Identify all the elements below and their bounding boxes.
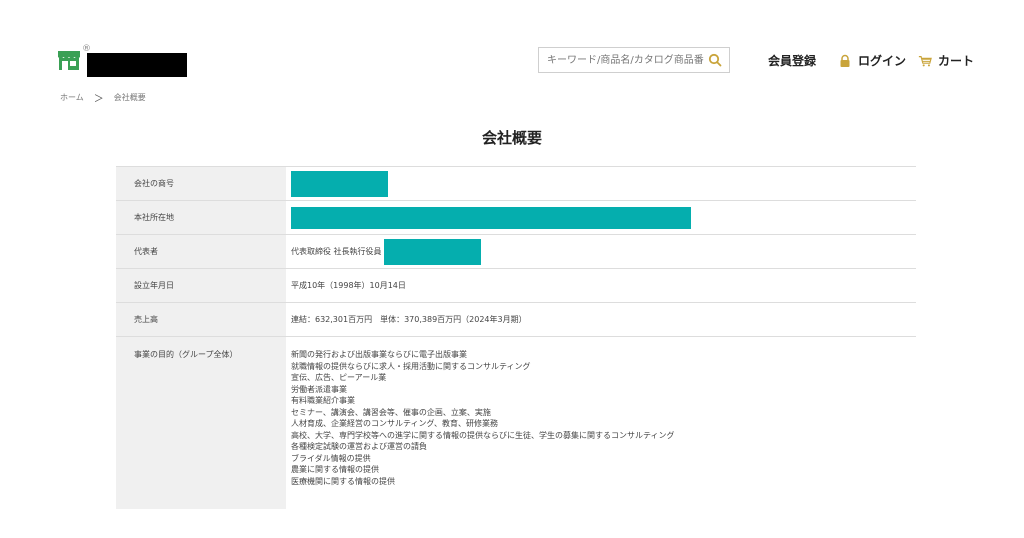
table-row: 会社の商号 — [116, 167, 916, 201]
list-item: 農業に関する情報の提供 — [291, 465, 379, 474]
cart-link[interactable]: カート — [918, 52, 974, 69]
redacted-representative-name — [383, 238, 481, 265]
list-item: 就職情報の提供ならびに求人・採用活動に関するコンサルティング — [291, 361, 531, 371]
row-label: 代表者 — [116, 235, 286, 268]
row-label: 本社所在地 — [116, 201, 286, 234]
login-link[interactable]: ログイン — [838, 52, 906, 69]
register-link[interactable]: 会員登録 — [768, 52, 816, 69]
list-item: 各種検定試験の運営および運営の請負 — [291, 442, 427, 451]
row-label: 会社の商号 — [116, 167, 286, 200]
list-item: 宣伝、広告、ピーアール業 — [291, 373, 387, 382]
list-item: 人材育成、企業経営のコンサルティング、教育、研修業務 — [291, 419, 498, 428]
row-value — [286, 201, 916, 234]
breadcrumb-current: 会社概要 — [113, 93, 146, 102]
representative-title: 代表取締役 社長執行役員 — [291, 247, 382, 256]
row-value: 連結：632,301百万円 単体：370,389百万円（2024年3月期） — [291, 315, 527, 324]
breadcrumb: ホーム ＞ 会社概要 — [60, 90, 146, 105]
list-item: 新聞の発行および出版事業ならびに電子出版事業 — [291, 350, 467, 359]
login-label: ログイン — [858, 54, 907, 68]
storefront-icon — [58, 51, 80, 70]
lock-icon — [840, 54, 850, 67]
search-input[interactable] — [539, 49, 704, 71]
list-item: 高校、大学、専門学校等への進学に関する情報の提供ならびに生徒、学生の募集に関する… — [291, 430, 675, 440]
row-value: 平成10年（1998年）10月14日 — [291, 281, 406, 290]
table-row: 事業の目的（グループ全体） 新聞の発行および出版事業ならびに電子出版事業 就職情… — [116, 337, 916, 509]
breadcrumb-separator: ＞ — [93, 94, 104, 105]
page-title: 会社概要 — [481, 129, 542, 147]
list-item: 有料職業紹介事業 — [291, 396, 355, 405]
search-box — [538, 47, 730, 73]
company-info-table: 会社の商号 本社所在地 代表者 代表取締役 社長執行役員 設立年月日 平成10年… — [116, 166, 916, 509]
register-label: 会員登録 — [768, 54, 817, 68]
list-item: セミナー、講演会、講習会等、催事の企画、立案、実施 — [291, 407, 491, 417]
breadcrumb-home[interactable]: ホーム — [60, 92, 84, 103]
row-label: 事業の目的（グループ全体） — [116, 337, 286, 509]
table-row: 本社所在地 — [116, 201, 916, 235]
redacted-address — [291, 206, 691, 229]
cart-label: カート — [938, 54, 975, 68]
cart-icon — [918, 55, 932, 66]
table-row: 設立年月日 平成10年（1998年）10月14日 — [116, 269, 916, 303]
business-purpose-list: 新聞の発行および出版事業ならびに電子出版事業 就職情報の提供ならびに求人・採用活… — [286, 337, 916, 509]
logo-redacted-wordmark — [87, 53, 187, 77]
row-label: 売上高 — [116, 303, 286, 336]
table-row: 売上高 連結：632,301百万円 単体：370,389百万円（2024年3月期… — [116, 303, 916, 337]
row-value — [286, 167, 916, 200]
list-item: 労働者派遣事業 — [291, 384, 347, 394]
list-item: 医療機関に関する情報の提供 — [291, 476, 395, 486]
search-icon[interactable] — [708, 53, 722, 67]
table-row: 代表者 代表取締役 社長執行役員 — [116, 235, 916, 269]
row-value: 代表取締役 社長執行役員 — [286, 235, 916, 268]
redacted-company-name — [291, 170, 388, 197]
row-label: 設立年月日 — [116, 269, 286, 302]
list-item: ブライダル情報の提供 — [291, 453, 371, 463]
